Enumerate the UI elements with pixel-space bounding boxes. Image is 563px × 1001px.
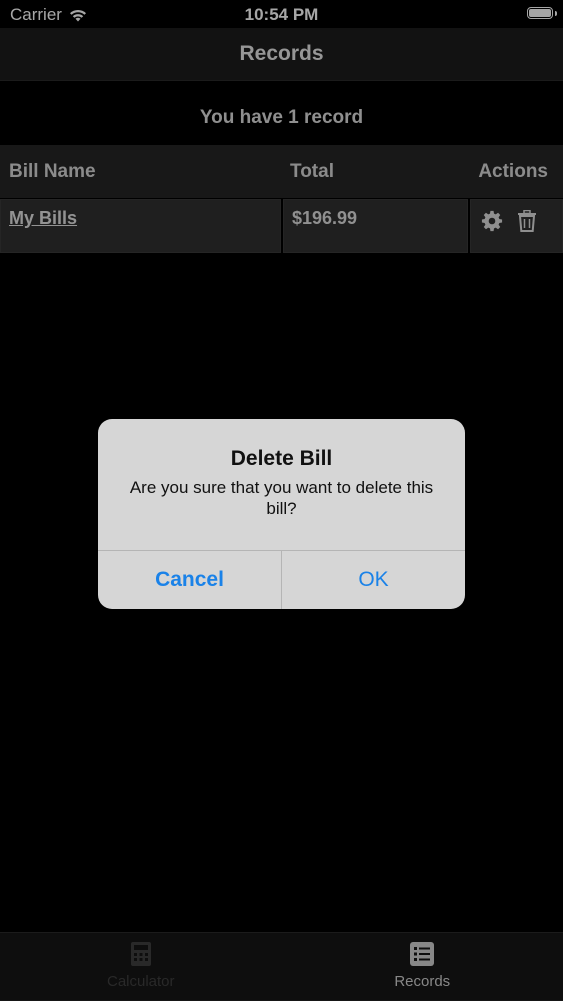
alert-button-row: Cancel OK xyxy=(98,550,465,609)
alert-title: Delete Bill xyxy=(98,447,465,471)
cancel-button[interactable]: Cancel xyxy=(98,551,282,609)
alert-message: Are you sure that you want to delete thi… xyxy=(98,471,465,519)
modal-overlay: Delete Bill Are you sure that you want t… xyxy=(0,0,563,1000)
ok-button[interactable]: OK xyxy=(282,551,465,609)
delete-bill-alert: Delete Bill Are you sure that you want t… xyxy=(98,419,465,609)
